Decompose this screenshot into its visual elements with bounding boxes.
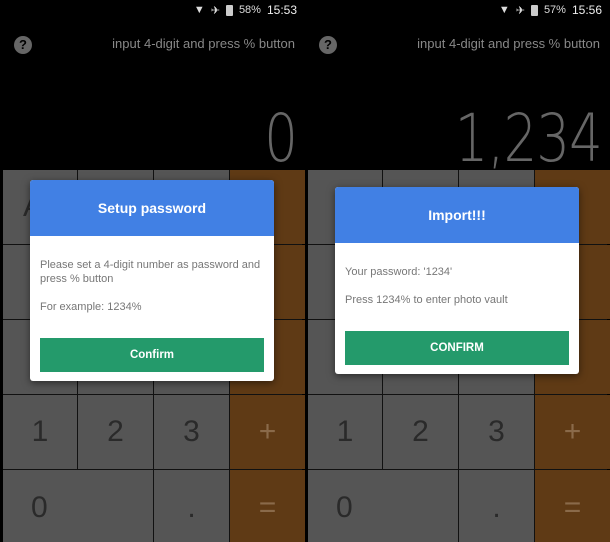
status-bar: ▼ ✈ 58% 15:53 (194, 0, 297, 20)
screen-setup: ▼ ✈ 58% 15:53 ? input 4-digit and press … (0, 0, 305, 542)
key-1[interactable]: 1 (3, 395, 77, 469)
airplane-icon: ✈ (210, 4, 220, 17)
import-dialog: Import!!! Your password: '1234' Press 12… (335, 187, 579, 374)
help-icon[interactable]: ? (14, 36, 32, 54)
key-plus[interactable]: + (535, 395, 610, 469)
key-3[interactable]: 3 (154, 395, 229, 469)
key-2[interactable]: 2 (78, 395, 153, 469)
key-2[interactable]: 2 (383, 395, 458, 469)
battery-percent: 58% (238, 4, 261, 16)
wifi-icon: ▼ (193, 4, 205, 16)
dialog-message: Please set a 4-digit number as password … (40, 259, 261, 285)
key-0[interactable]: 0 (3, 470, 153, 542)
help-icon[interactable]: ? (319, 36, 337, 54)
key-dot[interactable]: . (154, 470, 229, 542)
confirm-button[interactable]: Confirm (40, 338, 264, 372)
calculator-display: 0 (264, 100, 298, 177)
key-equals[interactable]: = (230, 470, 305, 542)
clock: 15:56 (571, 3, 602, 17)
key-3[interactable]: 3 (459, 395, 534, 469)
key-plus[interactable]: + (230, 395, 305, 469)
dialog-title: Import!!! (335, 187, 579, 243)
dialog-body: Your password: '1234' Press 1234% to ent… (335, 243, 579, 307)
battery-percent: 57% (543, 4, 566, 16)
status-bar: ▼ ✈ 57% 15:56 (499, 0, 602, 20)
dialog-example: For example: 1234% (40, 301, 142, 313)
wifi-icon: ▼ (498, 4, 510, 16)
screen-import: ▼ ✈ 57% 15:56 ? input 4-digit and press … (305, 0, 610, 542)
dialog-body: Please set a 4-digit number as password … (30, 236, 274, 314)
hint-text: input 4-digit and press % button (417, 36, 600, 51)
key-0[interactable]: 0 (308, 470, 458, 542)
battery-icon (225, 4, 233, 16)
airplane-icon: ✈ (515, 4, 525, 17)
setup-password-dialog: Setup password Please set a 4-digit numb… (30, 180, 274, 381)
key-dot[interactable]: . (459, 470, 534, 542)
dialog-title: Setup password (30, 180, 274, 236)
calculator-display: 1,234 (454, 100, 603, 177)
confirm-button[interactable]: CONFIRM (345, 331, 569, 365)
dialog-password: Your password: '1234' (345, 266, 453, 278)
battery-icon (530, 4, 538, 16)
key-1[interactable]: 1 (308, 395, 382, 469)
key-equals[interactable]: = (535, 470, 610, 542)
hint-text: input 4-digit and press % button (112, 36, 295, 51)
dialog-instruction: Press 1234% to enter photo vault (345, 294, 508, 306)
clock: 15:53 (266, 3, 297, 17)
